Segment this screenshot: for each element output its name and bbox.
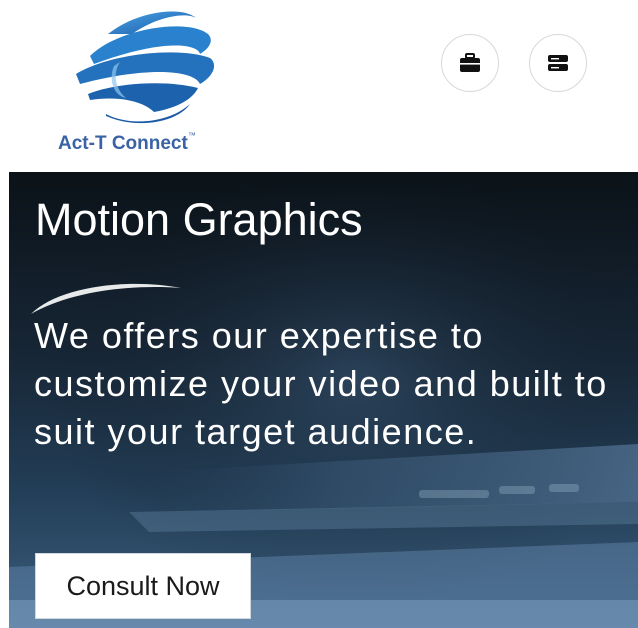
hero-description: We offers our expertise to customize you…	[34, 315, 608, 452]
consult-now-button[interactable]: Consult Now	[35, 553, 251, 619]
globe-swirl-logo-icon	[76, 11, 215, 124]
brand-name: Act-T Connect™	[58, 131, 196, 154]
briefcase-button[interactable]	[441, 34, 499, 92]
menu-button[interactable]	[529, 34, 587, 92]
hero-banner: Motion Graphics We offers our expertise …	[9, 172, 638, 628]
menu-icon	[548, 55, 568, 71]
briefcase-icon	[460, 53, 480, 72]
page: Act-T Connect™ Motion Graphics We offers…	[0, 0, 638, 628]
site-header: Act-T Connect™	[0, 0, 638, 172]
brand-logo[interactable]: Act-T Connect™	[50, 4, 250, 154]
hero-title: Motion Graphics	[35, 194, 363, 245]
